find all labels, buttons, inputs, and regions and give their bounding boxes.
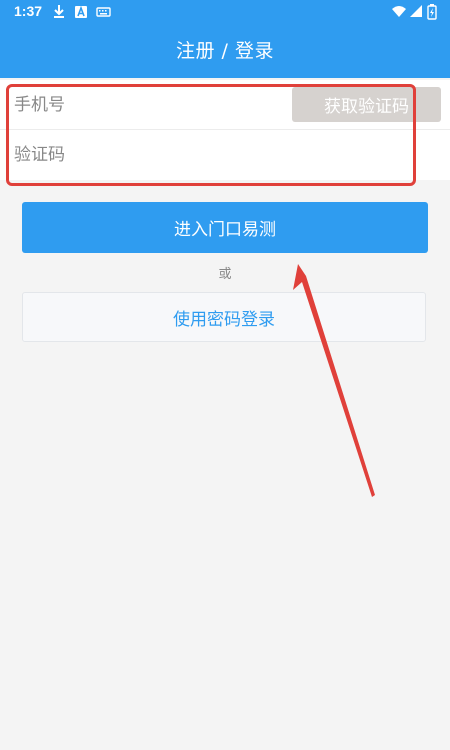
a-badge-icon <box>74 4 88 22</box>
enter-button[interactable]: 进入门口易测 <box>22 202 428 253</box>
phone-row: 获取验证码 <box>0 80 450 130</box>
login-form: 获取验证码 <box>0 80 450 180</box>
page-title: 注册 / 登录 <box>176 40 274 62</box>
app-header: 注册 / 登录 <box>0 24 450 78</box>
code-row <box>0 130 450 180</box>
keyboard-icon <box>96 4 111 22</box>
get-code-button[interactable]: 获取验证码 <box>292 87 441 122</box>
wifi-icon <box>391 4 407 22</box>
verification-code-input[interactable] <box>14 138 394 172</box>
password-login-button[interactable]: 使用密码登录 <box>22 292 426 342</box>
or-separator: 或 <box>218 267 232 282</box>
status-time: 1:37 <box>14 3 43 19</box>
signal-icon <box>409 4 423 22</box>
download-icon <box>52 4 66 22</box>
battery-icon <box>427 4 437 23</box>
phone-input[interactable] <box>14 88 284 122</box>
status-bar: 1:37 <box>0 0 450 24</box>
